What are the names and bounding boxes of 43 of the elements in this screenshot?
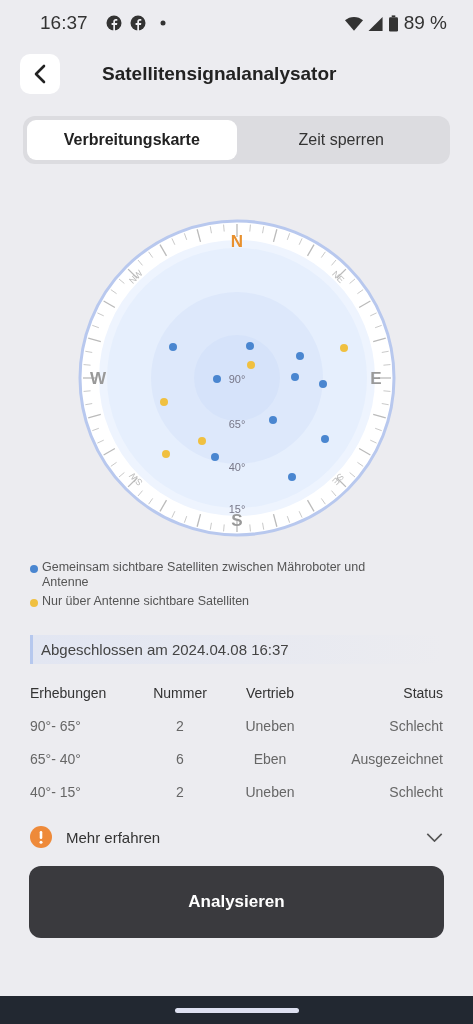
elevation-label: 90° bbox=[228, 373, 245, 385]
wifi-icon bbox=[344, 15, 363, 31]
tab[interactable]: Verbreitungskarte bbox=[27, 120, 237, 160]
notification-dot-icon bbox=[159, 20, 166, 26]
table-cell-text: Schlecht bbox=[388, 783, 443, 800]
legend-label: Nur über Antenne sichtbare Satelliten bbox=[42, 594, 250, 609]
compass-direction: NE bbox=[329, 268, 346, 285]
elevation-label: 65° bbox=[228, 418, 245, 430]
tab[interactable]: Zeit sperren bbox=[236, 120, 446, 160]
elevation-label: 40° bbox=[228, 461, 245, 473]
table-cell-text: Uneben bbox=[244, 717, 296, 734]
signal-icon bbox=[366, 15, 385, 31]
compass-direction: SE bbox=[329, 471, 346, 487]
more-info-row[interactable]: Mehr erfahren bbox=[0, 822, 473, 852]
compass-direction: W bbox=[89, 369, 106, 388]
battery-percentage: 89 % bbox=[403, 12, 447, 34]
more-info-label: Mehr erfahren bbox=[66, 828, 162, 846]
status-time: 16:37 bbox=[40, 12, 88, 34]
table-cell-text: 2 bbox=[175, 717, 185, 734]
warning-icon bbox=[30, 826, 52, 848]
table-cell-text: 2 bbox=[175, 783, 185, 800]
table-cell-text: 65°- 40° bbox=[30, 750, 82, 767]
compass-direction: E bbox=[369, 369, 382, 388]
battery-icon bbox=[388, 14, 398, 32]
table-cell-text: Eben bbox=[252, 750, 288, 767]
back-button[interactable] bbox=[20, 54, 60, 94]
facebook-icon bbox=[105, 15, 122, 31]
column-header: Erhebungen bbox=[30, 684, 108, 701]
elevation-label: 15° bbox=[228, 503, 245, 515]
legend-label: Gemeinsam sichtbare Satelliten zwischen Mähroboter und Antenne bbox=[42, 560, 367, 590]
column-header: Vertrieb bbox=[244, 684, 296, 701]
table-cell-text: Ausgezeichnet bbox=[350, 750, 443, 767]
table-cell-text: 6 bbox=[175, 750, 185, 767]
facebook-icon bbox=[129, 15, 146, 31]
column-header: Nummer bbox=[152, 684, 208, 701]
screen-title: Satellitensignalanalysator bbox=[102, 63, 337, 85]
table-cell-text: Uneben bbox=[244, 783, 296, 800]
analyze-button[interactable]: Analysieren bbox=[29, 866, 444, 938]
column-header: Status bbox=[402, 684, 443, 701]
table-cell-text: 90°- 65° bbox=[30, 717, 82, 734]
table-cell-text: 40°- 15° bbox=[30, 783, 82, 800]
table-cell-text: Schlecht bbox=[388, 717, 443, 734]
compass-direction: N bbox=[230, 232, 243, 251]
